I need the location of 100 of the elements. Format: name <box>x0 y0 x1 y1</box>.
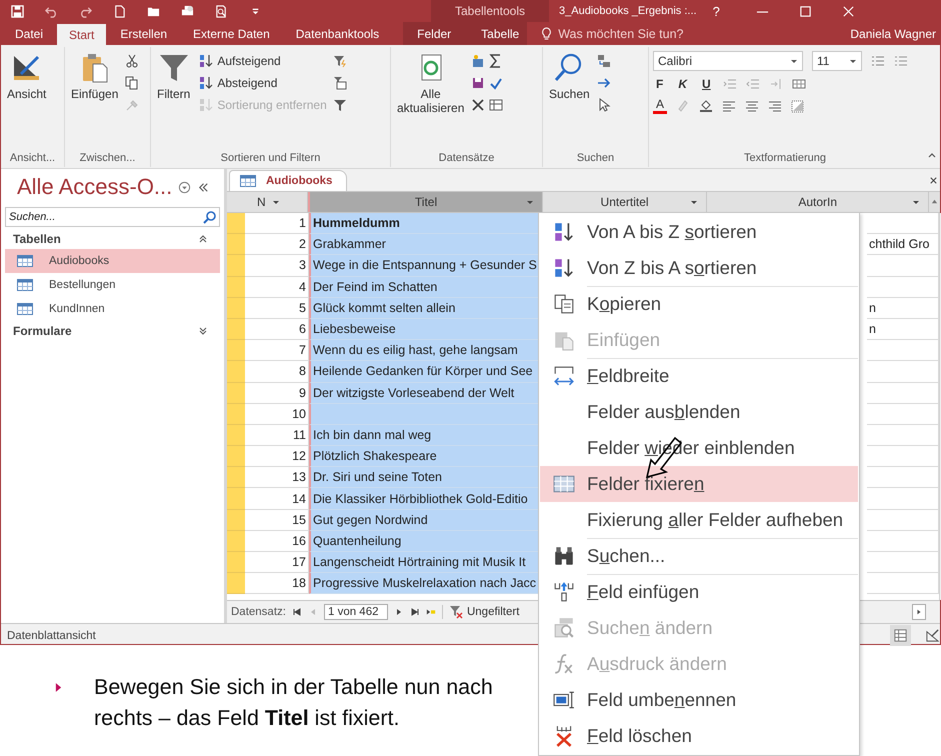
filter-cleared-icon <box>448 605 463 619</box>
section-header[interactable]: Formulare <box>5 321 220 341</box>
ribbon-tab[interactable]: Datei <box>3 22 56 45</box>
navigation-item[interactable]: Audiobooks <box>5 249 220 273</box>
replace-icon[interactable] <box>596 54 611 68</box>
search-field[interactable]: Suchen... <box>5 207 220 227</box>
copy-icon <box>552 293 574 315</box>
numbered-list-icon[interactable] <box>894 54 908 68</box>
column-header[interactable]: Titel <box>308 192 543 212</box>
new-record-icon[interactable] <box>471 54 486 68</box>
close-icon[interactable] <box>929 176 938 185</box>
menu-item[interactable]: Feld umbenennen <box>540 682 858 718</box>
first-record-icon[interactable] <box>292 607 302 617</box>
advanced-filter-icon[interactable] <box>332 76 347 90</box>
align-center-icon[interactable] <box>745 98 760 112</box>
table-icon <box>17 303 33 315</box>
scissors-icon[interactable] <box>125 54 140 68</box>
ribbon-tab[interactable]: Tabelle <box>465 22 528 45</box>
dropdown-circle-icon[interactable] <box>178 180 192 194</box>
fill-bucket-icon[interactable] <box>699 98 714 112</box>
search-button[interactable]: Suchen <box>546 50 593 103</box>
bullet-list-icon[interactable] <box>871 54 885 68</box>
scroll-right-icon[interactable] <box>915 608 923 616</box>
ribbon-tab[interactable]: Felder <box>403 22 466 45</box>
dropdown-arrow-icon <box>912 198 920 206</box>
undo-icon[interactable] <box>45 4 58 18</box>
alternate-fill-icon[interactable] <box>791 98 806 112</box>
pointer-icon[interactable] <box>596 98 611 112</box>
save-icon[interactable] <box>11 4 24 18</box>
save-record-icon[interactable] <box>471 76 486 90</box>
sort-button[interactable]: Aufsteigend <box>197 52 329 70</box>
group-label: Datensätze <box>438 151 496 166</box>
navigation-pane-title[interactable]: Alle Access-O... <box>17 174 172 200</box>
format-button[interactable]: F <box>653 77 666 91</box>
refresh-all-button[interactable]: Alle aktualisieren <box>394 50 468 117</box>
table-icon <box>17 255 33 267</box>
last-record-icon[interactable] <box>410 607 420 617</box>
table-icon <box>552 473 574 495</box>
printer-icon[interactable] <box>181 4 194 18</box>
sort-icon <box>199 98 214 112</box>
funnel-icon[interactable] <box>332 98 347 112</box>
format-button[interactable]: K <box>675 77 690 91</box>
record-number-field[interactable]: 1 von 462 <box>324 604 388 620</box>
print-preview-icon[interactable] <box>215 4 228 18</box>
document-icon[interactable] <box>113 4 126 18</box>
group-label: Suchen <box>576 151 616 166</box>
filter-status[interactable]: Ungefiltert <box>442 605 520 619</box>
group-label: Sortieren und Filtern <box>220 151 322 166</box>
paste-button[interactable]: Einfügen <box>68 50 122 103</box>
search-icon[interactable] <box>203 210 217 224</box>
collapse-pane-icon[interactable] <box>197 180 210 194</box>
ribbon-tab[interactable]: Datenbanktools <box>284 22 392 45</box>
user-name[interactable]: Daniela Wagner <box>850 26 940 40</box>
binoculars-icon <box>552 545 574 567</box>
ribbon-tab[interactable]: Start <box>57 24 106 45</box>
go-to-arrow-icon[interactable] <box>596 76 611 90</box>
funnel-icon[interactable] <box>332 54 347 68</box>
chevron-icon <box>198 326 208 336</box>
navigation-item[interactable]: Bestellungen <box>5 273 220 297</box>
dropdown-arrow-icon <box>526 198 534 206</box>
view-button[interactable]: Ansicht <box>4 50 50 103</box>
new-record-icon[interactable] <box>426 607 436 617</box>
ribbon-tab[interactable]: Erstellen <box>108 22 180 45</box>
menu-item[interactable]: Feld löschen <box>540 718 858 754</box>
datasheet-view-icon[interactable] <box>890 625 911 646</box>
scroll-up-icon[interactable] <box>931 198 938 205</box>
group-label: Ansicht... <box>8 151 56 166</box>
document-tab[interactable]: Audiobooks <box>229 170 348 191</box>
gridlines-icon[interactable] <box>792 77 806 91</box>
font-size-dropdown[interactable]: 11 <box>812 51 862 71</box>
sort-icon <box>552 257 574 279</box>
table-icon <box>240 175 256 187</box>
spelling-icon[interactable] <box>489 76 504 90</box>
table-icon <box>17 279 33 291</box>
help-button[interactable]: ? <box>706 4 726 18</box>
delete-icon[interactable] <box>471 98 486 112</box>
context-tab-label: Tabellentools <box>454 4 526 18</box>
maximize-icon[interactable] <box>798 4 812 18</box>
sort-icon <box>552 221 574 243</box>
tell-me-field[interactable]: Was möchten Sie tun? <box>558 26 684 40</box>
lightbulb-icon <box>541 27 552 40</box>
funnel-icon <box>158 52 190 84</box>
align-right-icon[interactable] <box>768 98 782 112</box>
menu-item[interactable]: Felder fixieren <box>540 466 858 502</box>
navigation-item[interactable]: KundInnen <box>5 297 220 321</box>
section-header[interactable]: Tabellen <box>5 229 220 249</box>
font-dropdown[interactable]: Calibri <box>653 51 803 71</box>
group-label: Zwischen... <box>78 151 136 166</box>
font-color-button[interactable]: A <box>653 97 668 114</box>
redo-icon[interactable] <box>79 4 92 18</box>
ribbon-tab[interactable]: Externe Daten <box>181 22 282 45</box>
instruction-text: Bewegen Sie sich in der Tabelle nun nach rechts – das Feld Titel ist fixiert. <box>94 674 494 732</box>
format-button[interactable]: U <box>699 77 714 91</box>
filter-button[interactable]: Filtern <box>154 50 194 103</box>
sort-button[interactable]: Absteigend <box>197 74 329 92</box>
copy-icon[interactable] <box>125 76 140 90</box>
align-left-icon[interactable] <box>722 98 736 112</box>
group-label: Textformatierung <box>743 151 827 166</box>
more-icon[interactable] <box>489 98 504 112</box>
design-view-icon[interactable] <box>925 628 940 643</box>
